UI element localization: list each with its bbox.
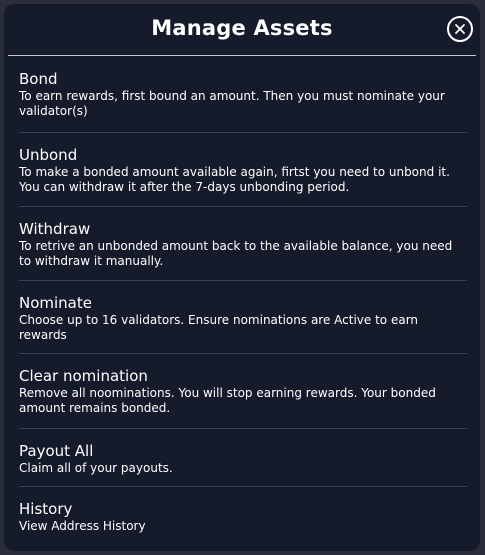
menu-item-title: Nominate — [19, 294, 92, 312]
menu-item-title: History — [19, 500, 73, 518]
menu-item-unbond[interactable]: Unbond To make a bonded amount available… — [19, 133, 467, 207]
menu-item-payout-all[interactable]: Payout All Claim all of your payouts. — [19, 429, 467, 487]
menu-item-withdraw[interactable]: Withdraw To retrive an unbonded amount b… — [19, 207, 467, 281]
menu-item-description: View Address History — [19, 519, 146, 533]
manage-assets-modal: Manage Assets Bond To earn rewards, firs… — [4, 4, 480, 551]
menu-item-title: Bond — [19, 70, 58, 88]
menu-item-title: Withdraw — [19, 220, 91, 238]
menu-item-description: Remove all noominations. You will stop e… — [19, 386, 436, 415]
menu-item-nominate[interactable]: Nominate Choose up to 16 validators. Ens… — [19, 281, 467, 354]
menu-item-description: Claim all of your payouts. — [19, 461, 173, 475]
menu-item-description: To retrive an unbonded amount back to th… — [19, 239, 453, 268]
asset-action-list: Bond To earn rewards, first bound an amo… — [19, 65, 467, 539]
modal-header: Manage Assets — [8, 4, 476, 56]
menu-item-title: Unbond — [19, 146, 78, 164]
menu-item-description: To earn rewards, first bound an amount. … — [19, 89, 445, 118]
modal-title: Manage Assets — [151, 16, 333, 40]
menu-item-bond[interactable]: Bond To earn rewards, first bound an amo… — [19, 65, 467, 133]
menu-item-clear-nomination[interactable]: Clear nomination Remove all noominations… — [19, 354, 467, 429]
close-icon — [455, 24, 465, 34]
menu-item-description: To make a bonded amount available again,… — [19, 165, 450, 194]
menu-item-title: Payout All — [19, 442, 94, 460]
menu-item-title: Clear nomination — [19, 367, 148, 385]
close-button[interactable] — [447, 16, 473, 42]
menu-item-description: Choose up to 16 validators. Ensure nomin… — [19, 313, 419, 342]
menu-item-history[interactable]: History View Address History — [19, 487, 467, 539]
